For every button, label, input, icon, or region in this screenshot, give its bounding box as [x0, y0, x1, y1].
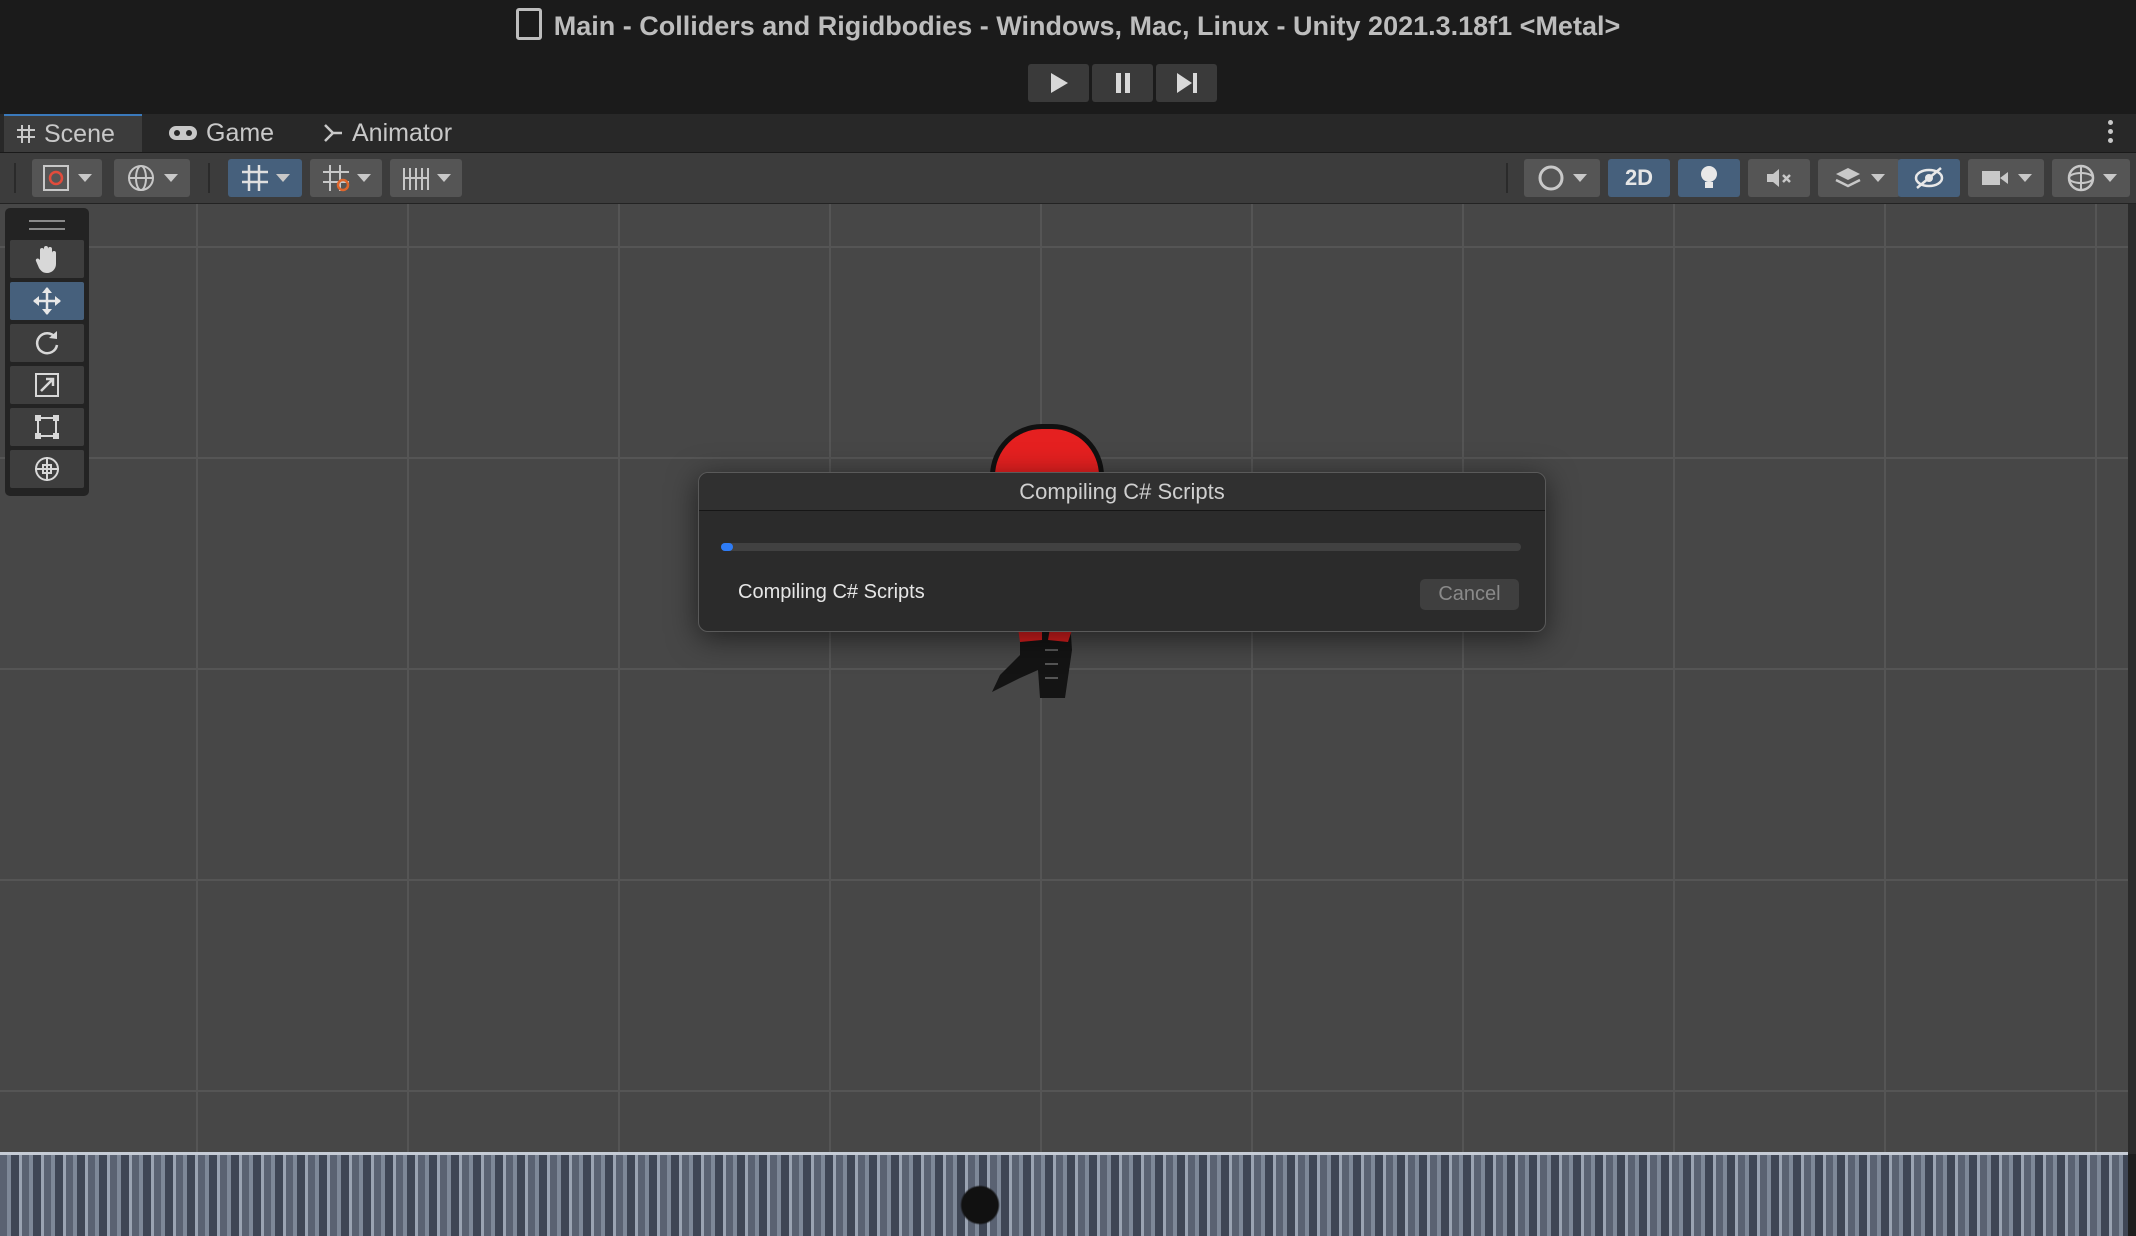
step-icon — [1176, 73, 1197, 93]
draw-mode-icon — [43, 165, 69, 191]
camera-icon — [1982, 171, 2008, 185]
grid-icon — [17, 125, 35, 143]
more-options-icon[interactable] — [2108, 120, 2114, 147]
ground-sprite[interactable] — [0, 1152, 2128, 1236]
pause-button[interactable] — [1092, 64, 1153, 102]
toggle-2d-button[interactable]: 2D — [1608, 159, 1670, 197]
increment-snap-dropdown[interactable] — [310, 159, 382, 197]
effects-layers-icon — [1835, 168, 1861, 188]
tab-animator-label: Animator — [352, 118, 453, 147]
scene-camera-dropdown[interactable] — [1968, 159, 2044, 197]
scene-tools-overlay — [5, 208, 89, 496]
chevron-down-icon — [276, 174, 290, 182]
ruler-dropdown[interactable] — [390, 159, 462, 197]
window-title-text: Main - Colliders and Rigidbodies - Windo… — [553, 11, 1621, 41]
pause-icon — [1115, 73, 1130, 93]
hand-icon — [35, 246, 56, 273]
tab-animator[interactable]: Animator — [322, 114, 452, 152]
rotate-tool-button[interactable] — [10, 324, 84, 362]
global-local-dropdown[interactable] — [114, 159, 190, 197]
chevron-down-icon — [357, 174, 371, 182]
progress-bar-fill — [721, 543, 733, 551]
effects-dropdown[interactable] — [1818, 159, 1900, 197]
compiling-progress-dialog: Compiling C# Scripts Compiling C# Script… — [698, 472, 1546, 632]
move-tool-button[interactable] — [10, 282, 84, 320]
rect-tool-button[interactable] — [10, 408, 84, 446]
unity-document-icon — [515, 8, 542, 40]
tab-game[interactable]: Game — [168, 114, 274, 152]
tab-scene-label: Scene — [44, 119, 115, 148]
character-sprite-body[interactable] — [990, 620, 1100, 702]
scale-tool-button[interactable] — [10, 366, 84, 404]
chevron-down-icon — [1573, 174, 1587, 182]
light-bulb-icon — [1701, 166, 1717, 188]
rect-transform-icon — [35, 415, 59, 439]
scene-visibility-button[interactable] — [1898, 159, 1960, 197]
rotate-icon — [35, 331, 59, 355]
play-button[interactable] — [1028, 64, 1089, 102]
toggle-lighting-button[interactable] — [1678, 159, 1740, 197]
chevron-down-icon — [164, 174, 178, 182]
play-icon — [1050, 73, 1068, 93]
shading-mode-dropdown[interactable] — [1524, 159, 1600, 197]
toggle-2d-label: 2D — [1624, 165, 1654, 190]
draw-mode-dropdown[interactable] — [32, 159, 102, 197]
chevron-down-icon — [2103, 174, 2117, 182]
chevron-down-icon — [437, 174, 451, 182]
shaded-sphere-icon — [1538, 165, 1564, 191]
chevron-down-icon — [2018, 174, 2032, 182]
toolbar-divider — [208, 163, 210, 193]
grid-snapping-dropdown[interactable] — [228, 159, 302, 197]
chevron-down-icon — [1871, 174, 1885, 182]
transform-icon — [35, 457, 59, 481]
animator-icon — [324, 124, 342, 142]
scene-toolbar: 2D — [0, 153, 2136, 204]
tab-game-label: Game — [206, 118, 275, 147]
grid-snap-icon — [242, 165, 268, 191]
toolbar-divider — [14, 163, 16, 193]
scale-icon — [35, 373, 59, 397]
overlay-grip-handle[interactable] — [29, 220, 65, 230]
toggle-audio-button[interactable] — [1748, 159, 1810, 197]
gamepad-icon — [169, 126, 197, 140]
title-bar: Main - Colliders and Rigidbodies - Windo… — [0, 0, 2136, 114]
play-controls — [1028, 64, 1217, 102]
ruler-icon — [403, 168, 429, 190]
step-button[interactable] — [1156, 64, 1217, 102]
progress-bar — [721, 543, 1521, 551]
gizmos-icon — [2067, 164, 2095, 192]
tab-scene[interactable]: Scene — [4, 114, 142, 152]
viewport-border — [2128, 204, 2136, 1154]
editor-tab-bar: Scene Game Animator — [0, 114, 2136, 153]
dialog-title: Compiling C# Scripts — [699, 473, 1545, 511]
gizmos-dropdown[interactable] — [2052, 159, 2130, 197]
globe-icon — [128, 165, 154, 191]
move-arrows-icon — [33, 287, 61, 315]
toolbar-divider — [1506, 163, 1508, 193]
dialog-status-text: Compiling C# Scripts — [738, 581, 925, 603]
cancel-button[interactable]: Cancel — [1420, 579, 1519, 610]
transform-tool-button[interactable] — [10, 450, 84, 488]
increment-snap-icon — [323, 165, 350, 192]
window-title: Main - Colliders and Rigidbodies - Windo… — [0, 8, 2136, 42]
chevron-down-icon — [78, 174, 92, 182]
eye-hidden-icon — [1914, 167, 1944, 189]
hand-tool-button[interactable] — [10, 240, 84, 278]
audio-muted-icon — [1767, 169, 1791, 187]
